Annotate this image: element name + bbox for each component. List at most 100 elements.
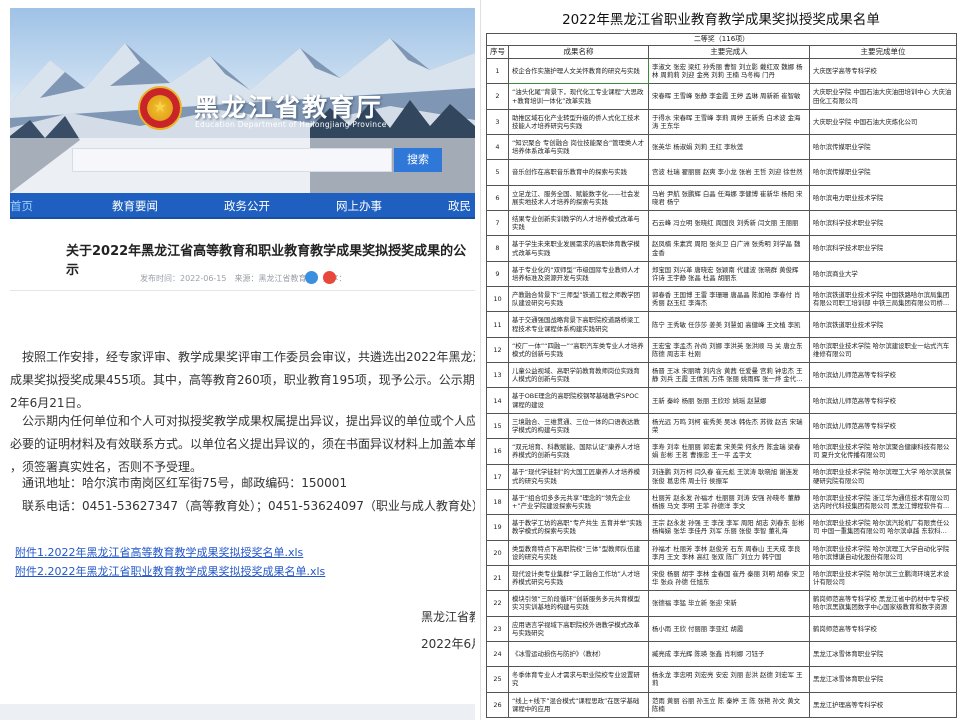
achievement-name-cell[interactable]: “知识聚合 专创融合 岗位技能聚合”管理类人才培养体系改革与实践 [508, 134, 649, 161]
main-units-cell[interactable]: 哈尔滨铁道职业技术学院 [809, 311, 957, 338]
achievement-name-cell[interactable]: 基于“组合切多多元共享”理念的“领先企业+”产业学院建设探索与实践 [508, 488, 649, 516]
main-units-cell[interactable]: 大庆职业学院 中国石油大庆油田培训中心 大庆油田化工有限公司 [809, 83, 957, 110]
row-number-cell[interactable]: 22 [486, 590, 509, 617]
main-contributors-cell[interactable]: 宫波 杜瑞 翟丽丽 赵爽 李小龙 张岩 王哲 刘迎 徐世然 [648, 159, 810, 186]
achievement-name-cell[interactable]: 基于OBE理念的高职院校钢琴基础教学SPOC课程的建设 [508, 387, 649, 414]
main-units-cell[interactable]: 哈尔滨铁道职业技术学院 中国铁路哈尔滨局集团有限公司职工培训部 中铁三局集团有限… [809, 286, 957, 313]
achievement-name-cell[interactable]: “双元培育、科教赋能、国际认证”康养人才培养模式的创新与实践 [508, 438, 649, 465]
row-number-cell[interactable]: 17 [486, 463, 509, 490]
row-number-cell[interactable]: 13 [486, 362, 509, 389]
nav-item-news[interactable]: 教育要闻 [112, 193, 158, 219]
row-number-cell[interactable]: 4 [486, 134, 509, 161]
row-number-cell[interactable]: 5 [486, 159, 509, 186]
row-number-cell[interactable]: 12 [486, 336, 509, 364]
row-number-cell[interactable]: 26 [486, 691, 509, 718]
achievement-name-cell[interactable]: 基于交通强国战略背景下高职院校道路桥梁工程技术专业课程体系构建实践研究 [508, 311, 649, 338]
main-units-cell[interactable]: 哈尔滨电力职业技术学院 [809, 184, 957, 212]
achievement-name-cell[interactable]: 助推区域石化产业转型升级的侨人式化工技术技能人才培养研究与实践 [508, 108, 649, 136]
main-contributors-cell[interactable]: 王宗 赵永发 孙强 王 李茂 李军 周阳 胡志 刘春东 彭彬 杨梅娣 张华 李佳… [648, 514, 810, 541]
main-contributors-cell[interactable]: 杨晋 王冰 宋丽晴 刘内含 黄茜 任爱曼 宫莉 钟忠杰 王静 刘兵 王霞 王倩凯… [648, 362, 810, 389]
site-title[interactable]: 黑龙江省教育厅 [194, 88, 383, 124]
search-input[interactable] [72, 148, 392, 172]
achievement-name-cell[interactable]: 基于“现代学徒制”的大国工匠康养人才培养模式的研究与实践 [508, 463, 649, 490]
main-units-cell[interactable]: 鹤岗师范高等专科学校 黑龙江省中药材中专学校 哈尔滨黑旗集团数字中心国家级教育和… [809, 590, 957, 617]
main-units-cell[interactable]: 哈尔滨幼儿师范高等专科学校 [809, 412, 957, 440]
achievement-name-cell[interactable]: 类型教育特点下高职院校“三体”型教师队伍建设的研究与实践 [508, 539, 649, 566]
row-number-cell[interactable]: 2 [486, 83, 509, 110]
achievement-name-cell[interactable]: 冬季体育专业人才需求与职业院校专业设置研究 [508, 666, 649, 693]
achievement-name-cell[interactable]: 模块引领“三阶段循环”创新服务多元共育模型实习实训基地的构建与实践 [508, 590, 649, 617]
achievement-name-cell[interactable]: 三境融合、三维贯通、三位一体的口语表达教学模式的构建与实践 [508, 412, 649, 440]
main-units-cell[interactable]: 哈尔滨幼儿师范高等专科学校 [809, 387, 957, 414]
row-number-cell[interactable]: 16 [486, 438, 509, 465]
achievement-name-cell[interactable]: “油头化尾”背景下，现代化工专业课程“大思政+教育培训一体化”改革实践 [508, 83, 649, 110]
main-units-cell[interactable]: 黑龙江冰雪体育职业学院 [809, 640, 957, 668]
row-number-cell[interactable]: 24 [486, 640, 509, 668]
row-number-cell[interactable]: 10 [486, 286, 509, 313]
main-contributors-cell[interactable]: 宋春晖 王雪峰 张静 李金霞 王婷 孟琳 周新新 崔智敏 [648, 83, 810, 110]
main-units-cell[interactable]: 哈尔滨职业技术学院 哈尔滨理工大学 哈尔滨凯保硬研究院有限公司 [809, 463, 957, 490]
row-number-cell[interactable]: 6 [486, 184, 509, 212]
achievement-name-cell[interactable]: 校企合作实施护理人文关怀教育的研究与实践 [508, 57, 649, 85]
achievement-name-cell[interactable]: “线上+线下”混合模式“课程思政”在医学基础课程中的应用 [508, 691, 649, 718]
main-units-cell[interactable]: 哈尔滨职业技术学院 哈尔滨三立鹏湾环境艺术设计有限公司 [809, 564, 957, 592]
achievement-name-cell[interactable]: 立足龙江、服务全国、赋能数字化——社会发展实地技术人才培养的探索与实践 [508, 184, 649, 212]
achievement-name-cell[interactable]: 基于教学工坊的高职“专产共生 五育并举”实践教学模式的探索与实践 [508, 514, 649, 541]
share-icon-weibo[interactable] [323, 271, 336, 284]
main-contributors-cell[interactable]: 张德福 李猛 毕立新 张迎 宋新 [648, 590, 810, 617]
main-contributors-cell[interactable]: 郭春香 王国博 王雷 李珊珊 唐晶晶 陈如柏 李春付 肖秀丽 赵玉红 李海杰 [648, 286, 810, 313]
main-contributors-cell[interactable]: 郑宝国 刘兴革 唐晓宏 张颖南 代建波 张晓群 黄俊辉 许诗 王宇静 张晶 杜晶… [648, 260, 810, 288]
main-units-cell[interactable]: 黑龙江护理高等专科学校 [809, 691, 957, 718]
share-icon-qq[interactable] [305, 271, 318, 284]
main-units-cell[interactable]: 哈尔滨职业技术学院 哈尔滨建设职业一站式汽车维修有限公司 [809, 336, 957, 364]
main-units-cell[interactable]: 黑龙江冰雪体育职业学院 [809, 666, 957, 693]
main-units-cell[interactable]: 哈尔滨科学技术职业学院 [809, 235, 957, 262]
achievement-name-cell[interactable]: 产教融合背景下“三师型”铁道工程之师教学团队建设研究与实践 [508, 286, 649, 313]
main-contributors-cell[interactable]: 宋俊 杨丽 胡宇 李林 金春国 崔丹 秦丽 刘明 胡春 宋卫华 张焱 孙德 任旭… [648, 564, 810, 592]
attachment-link-1[interactable]: 附件1.2022年黑龙江省高等教育教学成果奖拟授奖名单.xls [15, 544, 303, 560]
main-contributors-cell[interactable]: 于得水 宋春晖 王雪峰 李莉 周婷 王新秀 白术波 金海涛 王东华 [648, 108, 810, 136]
main-contributors-cell[interactable]: 杨小雨 王欣 付丽丽 李亚红 胡霞 [648, 615, 810, 642]
row-number-cell[interactable]: 9 [486, 260, 509, 288]
main-units-cell[interactable]: 哈尔滨科学技术职业学院 [809, 210, 957, 237]
main-units-cell[interactable]: 哈尔滨传媒职业学院 [809, 134, 957, 161]
main-contributors-cell[interactable]: 王新 秦岭 杨丽 张丽 王欣珍 姚瑶 赵慧娜 [648, 387, 810, 414]
main-contributors-cell[interactable]: 石云峰 冯立明 张晓红 周国良 刘秀新 闫文丽 王丽丽 [648, 210, 810, 237]
row-number-cell[interactable]: 11 [486, 311, 509, 338]
main-contributors-cell[interactable]: 赵凤楠 朱素宾 周阳 张炎卫 白广洲 张秀明 刘学晶 魏金香 [648, 235, 810, 262]
main-units-cell[interactable]: 哈尔滨传媒职业学院 [809, 159, 957, 186]
main-units-cell[interactable]: 大庆职业学院 中国石油大庆炼化公司 [809, 108, 957, 136]
main-contributors-cell[interactable]: 李寿 刘幸 杜丽丽 郭宏素 宋美荣 何永丹 陈金瑞 梁春娟 彭彬 王茗 曹振忠 … [648, 438, 810, 465]
achievement-name-cell[interactable]: 基于学生未来职业发展需求的高职体育教学模式改革与实践 [508, 235, 649, 262]
main-units-cell[interactable]: 哈尔滨商业大学 [809, 260, 957, 288]
main-contributors-cell[interactable]: 杨光远 万鸣 刘柯 崔秀美 吴冰 韩佐杰 苏微 赵吉 宋瑞荣 [648, 412, 810, 440]
achievement-name-cell[interactable]: 基于专业化的“双师型”市级国际专业教师人才培养标准及资源开发与实践 [508, 260, 649, 288]
nav-item-interaction[interactable]: 政民互 [448, 193, 475, 239]
row-number-cell[interactable]: 3 [486, 108, 509, 136]
attachment-link-2[interactable]: 附件2.2022年黑龙江省职业教育教学成果奖拟授奖成果名单.xls [15, 563, 325, 579]
main-units-cell[interactable]: 哈尔滨职业技术学院 浙江华为通信技术有限公司 达内时代科技集团有限公司 黑龙江博… [809, 488, 957, 516]
main-units-cell[interactable]: 鹤岗师范高等专科学校 [809, 615, 957, 642]
achievement-name-cell[interactable]: 应用语言学视域下高职院校外语教学模式改革与实践研究 [508, 615, 649, 642]
search-button[interactable]: 搜索 [394, 148, 442, 172]
main-units-cell[interactable]: 哈尔滨职业技术学院 哈尔滨聚合健康科技有限公司 夏升文化传播有限公司 [809, 438, 957, 465]
row-number-cell[interactable]: 18 [486, 488, 509, 516]
row-number-cell[interactable]: 21 [486, 564, 509, 592]
achievement-name-cell[interactable]: 《冰雪运动损伤与防护》（教材） [508, 640, 649, 668]
row-number-cell[interactable]: 19 [486, 514, 509, 541]
row-number-cell[interactable]: 15 [486, 412, 509, 440]
row-number-cell[interactable]: 25 [486, 666, 509, 693]
nav-item-gov-affairs[interactable]: 政务公开 [224, 193, 270, 219]
main-contributors-cell[interactable]: 杜丽芳 赵永发 孙福才 杜丽丽 刘涛 安强 孙晓冬 董静 杨振 马文 李明 王菲… [648, 488, 810, 516]
main-contributors-cell[interactable]: 李淑文 张宏 梁红 孙秀丽 曹智 刘立影 戴红双 魏娜 杨林 周莉莉 刘迎 金亮… [648, 57, 810, 85]
main-contributors-cell[interactable]: 陈宁 王秀敏 任莎莎 姜美 刘慧如 高健峰 王文植 李凯 [648, 311, 810, 338]
row-number-cell[interactable]: 1 [486, 57, 509, 85]
main-contributors-cell[interactable]: 王宏宝 李孟杰 孙尚 刘娜 李洪英 张洪顺 马 关 唐立东 陈德 周志丰 杜刚 [648, 336, 810, 364]
main-contributors-cell[interactable]: 臧亮成 李光辉 陈瑛 张鑫 肖利娜 刁钰子 [648, 640, 810, 668]
main-units-cell[interactable]: 哈尔滨职业技术学院 哈尔滨理工大学自动化学院 哈尔滨博谦自动化股份有限公司 [809, 539, 957, 566]
main-units-cell[interactable]: 哈尔滨职业技术学院 哈尔滨汽轮机厂有限责任公司 中国一重集团有限公司 哈尔滨卓越… [809, 514, 957, 541]
achievement-name-cell[interactable]: 儿童公益视域、高职学前教育教师岗位实践育人模式的创新与实践 [508, 362, 649, 389]
main-contributors-cell[interactable]: 马岩 尹航 张鹏辉 白晶 任海娜 李健博 崔新华 杨阳 宋晓君 杨宁 [648, 184, 810, 212]
row-number-cell[interactable]: 8 [486, 235, 509, 262]
row-number-cell[interactable]: 7 [486, 210, 509, 237]
